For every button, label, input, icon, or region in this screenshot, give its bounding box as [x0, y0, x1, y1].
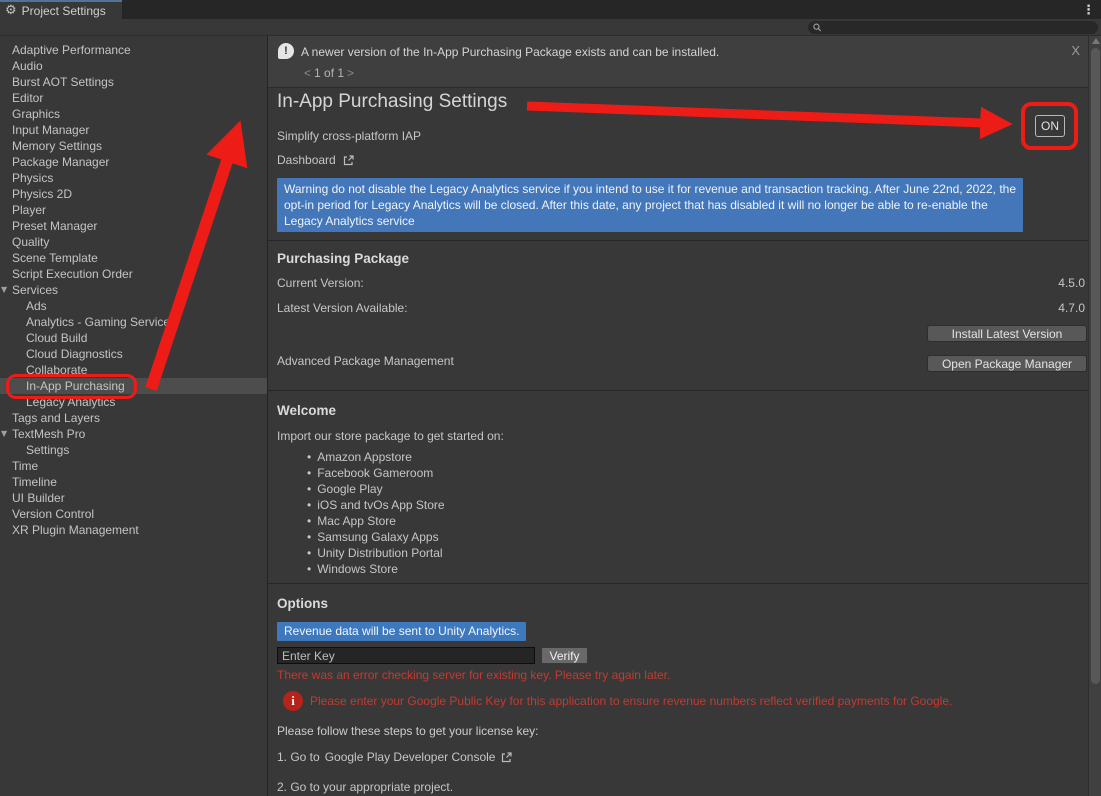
steps-intro: Please follow these steps to get your li…: [277, 724, 538, 738]
sidebar-item-analytics-gaming-services[interactable]: Analytics - Gaming Services: [0, 314, 267, 330]
google-key-error-text: Please enter your Google Public Key for …: [310, 694, 1070, 708]
scroll-up-arrow-icon[interactable]: [1092, 38, 1100, 44]
page-title: In-App Purchasing Settings: [277, 91, 507, 113]
foldout-arrow-icon[interactable]: ▼: [1, 426, 7, 442]
list-item: Samsung Galaxy Apps: [307, 529, 445, 545]
section-divider: [268, 583, 1089, 584]
sidebar-item-physics[interactable]: Physics: [0, 170, 267, 186]
sidebar-item-in-app-purchasing[interactable]: In-App Purchasing: [0, 378, 267, 394]
list-item: Unity Distribution Portal: [307, 545, 445, 561]
search-box[interactable]: [808, 21, 1098, 34]
sidebar-item-tags-and-layers[interactable]: Tags and Layers: [0, 410, 267, 426]
search-icon: [813, 23, 822, 32]
section-divider: [268, 240, 1089, 241]
sidebar-item-player[interactable]: Player: [0, 202, 267, 218]
list-item: Mac App Store: [307, 513, 445, 529]
update-notification-banner: ! A newer version of the In-App Purchasi…: [268, 36, 1089, 88]
sidebar-item-adaptive-performance[interactable]: Adaptive Performance: [0, 42, 267, 58]
project-settings-window: ⚙ Project Settings ⋮ Adaptive Performanc…: [0, 0, 1101, 796]
install-latest-version-button[interactable]: Install Latest Version: [927, 325, 1087, 342]
sidebar-item-time[interactable]: Time: [0, 458, 267, 474]
search-input[interactable]: [825, 22, 1093, 34]
list-item: iOS and tvOs App Store: [307, 497, 445, 513]
verify-button[interactable]: Verify: [541, 647, 588, 664]
external-link-icon: [342, 154, 355, 167]
current-version-label: Current Version:: [277, 276, 364, 290]
sidebar-item-audio[interactable]: Audio: [0, 58, 267, 74]
sidebar-item-input-manager[interactable]: Input Manager: [0, 122, 267, 138]
pager-prev-button[interactable]: <: [301, 66, 314, 80]
latest-version-value: 4.7.0: [1058, 301, 1085, 315]
sidebar-item-timeline[interactable]: Timeline: [0, 474, 267, 490]
console-alert-icon: !: [278, 43, 294, 59]
sidebar-item-services[interactable]: ▼Services: [0, 282, 267, 298]
info-circle-icon: i: [283, 691, 303, 711]
banner-pager: <1 of 1>: [301, 66, 357, 80]
options-heading: Options: [277, 596, 328, 611]
google-play-console-link[interactable]: Google Play Developer Console: [325, 750, 496, 764]
legacy-analytics-warning: Warning do not disable the Legacy Analyt…: [277, 178, 1023, 232]
sidebar-item-physics-2d[interactable]: Physics 2D: [0, 186, 267, 202]
sidebar-item-textmesh-pro[interactable]: ▼TextMesh Pro: [0, 426, 267, 442]
foldout-arrow-icon[interactable]: ▼: [1, 282, 7, 298]
sidebar-item-version-control[interactable]: Version Control: [0, 506, 267, 522]
server-error-text: There was an error checking server for e…: [277, 668, 670, 682]
toolbar: [0, 19, 1101, 36]
sidebar-item-xr-plugin-management[interactable]: XR Plugin Management: [0, 522, 267, 538]
store-list: Amazon Appstore Facebook Gameroom Google…: [307, 449, 445, 577]
sidebar-item-script-execution-order[interactable]: Script Execution Order: [0, 266, 267, 282]
dashboard-link-label: Dashboard: [277, 153, 336, 167]
welcome-intro: Import our store package to get started …: [277, 429, 504, 443]
scrollbar-thumb[interactable]: [1091, 48, 1100, 684]
sidebar-item-graphics[interactable]: Graphics: [0, 106, 267, 122]
advanced-package-management-label: Advanced Package Management: [277, 354, 454, 368]
kebab-menu-icon[interactable]: ⋮: [1082, 2, 1095, 18]
sidebar-item-preset-manager[interactable]: Preset Manager: [0, 218, 267, 234]
step-1-row: 1. Go to Google Play Developer Console: [277, 750, 513, 764]
welcome-heading: Welcome: [277, 403, 336, 418]
sidebar-item-memory-settings[interactable]: Memory Settings: [0, 138, 267, 154]
list-item: Google Play: [307, 481, 445, 497]
pager-label: 1 of 1: [314, 66, 344, 80]
title-bar: ⚙ Project Settings ⋮: [0, 0, 1101, 19]
sidebar-item-burst-aot-settings[interactable]: Burst AOT Settings: [0, 74, 267, 90]
banner-message: A newer version of the In-App Purchasing…: [301, 45, 719, 59]
service-toggle-on-button[interactable]: ON: [1035, 115, 1065, 137]
sidebar-item-quality[interactable]: Quality: [0, 234, 267, 250]
step-1-prefix: 1. Go to: [277, 750, 320, 764]
sidebar-item-editor[interactable]: Editor: [0, 90, 267, 106]
window-title: Project Settings: [22, 4, 106, 18]
sidebar-item-ads[interactable]: Ads: [0, 298, 267, 314]
sidebar-item-cloud-diagnostics[interactable]: Cloud Diagnostics: [0, 346, 267, 362]
gear-icon: ⚙: [5, 4, 17, 17]
list-item: Facebook Gameroom: [307, 465, 445, 481]
latest-version-label: Latest Version Available:: [277, 301, 408, 315]
pager-next-button[interactable]: >: [344, 66, 357, 80]
sidebar-item-ui-builder[interactable]: UI Builder: [0, 490, 267, 506]
open-package-manager-button[interactable]: Open Package Manager: [927, 355, 1087, 372]
settings-sidebar: Adaptive Performance Audio Burst AOT Set…: [0, 36, 267, 796]
in-app-purchasing-panel: ! A newer version of the In-App Purchasi…: [268, 36, 1101, 796]
sidebar-item-legacy-analytics[interactable]: Legacy Analytics: [0, 394, 267, 410]
dashboard-link[interactable]: Dashboard: [277, 153, 355, 167]
purchasing-package-heading: Purchasing Package: [277, 251, 409, 266]
sidebar-item-collaborate[interactable]: Collaborate: [0, 362, 267, 378]
sidebar-item-cloud-build[interactable]: Cloud Build: [0, 330, 267, 346]
sidebar-item-scene-template[interactable]: Scene Template: [0, 250, 267, 266]
close-icon[interactable]: X: [1071, 43, 1080, 58]
tab-project-settings[interactable]: ⚙ Project Settings: [0, 0, 122, 19]
list-item: Windows Store: [307, 561, 445, 577]
external-link-icon: [500, 751, 513, 764]
step-2-row: 2. Go to your appropriate project.: [277, 780, 453, 794]
vertical-scrollbar[interactable]: [1088, 36, 1101, 796]
list-item: Amazon Appstore: [307, 449, 445, 465]
sidebar-item-textmesh-settings[interactable]: Settings: [0, 442, 267, 458]
simplify-iap-label: Simplify cross-platform IAP: [277, 129, 421, 143]
section-divider: [268, 390, 1089, 391]
revenue-note-badge: Revenue data will be sent to Unity Analy…: [277, 622, 526, 641]
current-version-value: 4.5.0: [1058, 276, 1085, 290]
sidebar-item-package-manager[interactable]: Package Manager: [0, 154, 267, 170]
google-key-input[interactable]: [277, 647, 535, 664]
